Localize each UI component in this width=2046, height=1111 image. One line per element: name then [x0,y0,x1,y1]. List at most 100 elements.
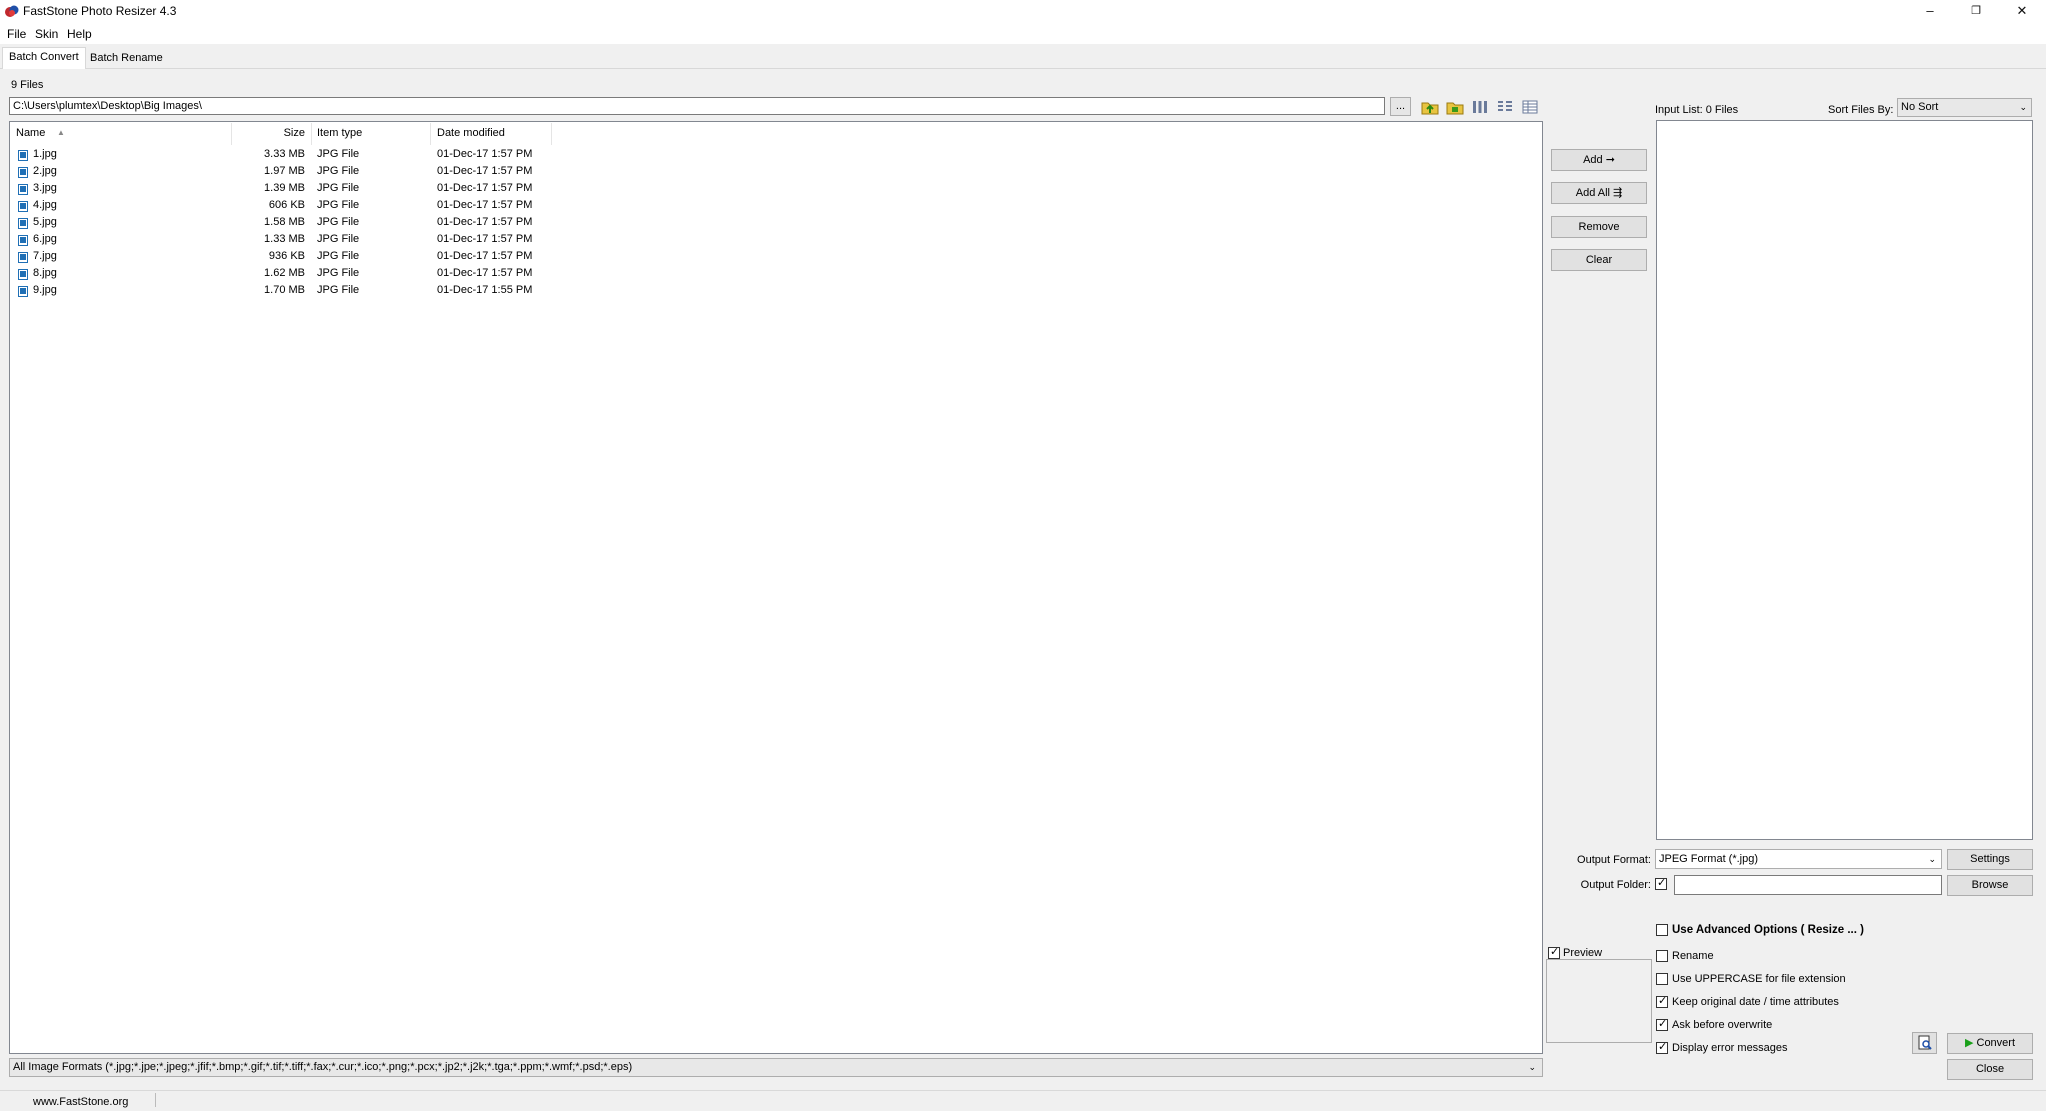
file-type: JPG File [317,250,360,262]
preview-area [1546,959,1652,1043]
file-row[interactable]: 1.jpg 3.33 MB JPG File 01-Dec-17 1:57 PM [12,147,552,164]
folder-up-icon[interactable] [1420,97,1440,117]
file-size: 1.33 MB [264,233,305,245]
input-list-label: Input List: 0 Files [1655,104,1739,116]
option-checkbox[interactable]: ✓ [1656,1018,1668,1031]
file-name: 1.jpg [33,148,57,160]
column-separator [430,123,431,145]
output-format-value: JPEG Format (*.jpg) [1659,853,1759,865]
file-row[interactable]: 7.jpg 936 KB JPG File 01-Dec-17 1:57 PM [12,249,552,266]
close-window-button[interactable]: ✕ [1999,0,2045,22]
file-type: JPG File [317,267,360,279]
tab-batch-rename[interactable]: Batch Rename [84,49,169,68]
option-checkbox[interactable] [1656,973,1668,985]
file-date: 01-Dec-17 1:57 PM [437,148,533,160]
image-file-icon [18,269,28,280]
browse-folder-button[interactable]: ... [1390,97,1411,116]
file-type: JPG File [317,233,360,245]
file-type: JPG File [317,148,360,160]
remove-button[interactable]: Remove [1551,216,1647,238]
details-view-icon[interactable] [1520,97,1540,117]
checkmark-icon: ✓ [1550,946,1560,958]
status-bar [0,1090,2046,1111]
option-label: Rename [1672,950,1714,962]
file-date: 01-Dec-17 1:57 PM [437,182,533,194]
folder-path-input[interactable] [9,97,1385,115]
double-arrow-right-icon: ⇶ [1613,187,1623,199]
close-button[interactable]: Close [1947,1059,2033,1080]
preview-checkbox[interactable]: ✓ [1548,946,1560,959]
file-row[interactable]: 6.jpg 1.33 MB JPG File 01-Dec-17 1:57 PM [12,232,552,249]
file-size: 1.58 MB [264,216,305,228]
column-separator [231,123,232,145]
file-size: 1.70 MB [264,284,305,296]
option-checkbox[interactable] [1656,924,1668,936]
add-button[interactable]: Add ➞ [1551,149,1647,171]
file-size: 936 KB [268,250,305,262]
preview-button[interactable] [1912,1032,1937,1054]
option-checkbox[interactable]: ✓ [1656,995,1668,1008]
magnifier-icon [1918,1035,1932,1050]
column-separator [551,123,552,145]
convert-button-label: Convert [1976,1037,2016,1049]
preview-label: Preview [1563,947,1603,959]
checkmark-icon: ✓ [1658,1041,1668,1053]
file-row[interactable]: 3.jpg 1.39 MB JPG File 01-Dec-17 1:57 PM [12,181,552,198]
status-website-link[interactable]: www.FastStone.org [33,1096,128,1108]
title-bar [0,0,2046,22]
menu-skin[interactable]: Skin [35,27,58,41]
file-type: JPG File [317,284,360,296]
column-header-size[interactable]: Size [240,127,305,143]
new-folder-icon[interactable] [1445,97,1465,117]
input-file-list[interactable] [1656,120,2033,840]
file-row[interactable]: 9.jpg 1.70 MB JPG File 01-Dec-17 1:55 PM [12,283,552,300]
output-format-select[interactable]: JPEG Format (*.jpg) ⌄ [1655,849,1942,869]
menu-help[interactable]: Help [67,27,92,41]
add-all-button[interactable]: Add All ⇶ [1551,182,1647,204]
settings-button[interactable]: Settings [1947,849,2033,870]
file-row[interactable]: 4.jpg 606 KB JPG File 01-Dec-17 1:57 PM [12,198,552,215]
file-name: 8.jpg [33,267,57,279]
option-checkbox[interactable] [1656,950,1668,962]
file-name: 5.jpg [33,216,57,228]
browse-button[interactable]: Browse [1947,875,2033,896]
option-label: Display error messages [1672,1042,1788,1054]
file-row[interactable]: 5.jpg 1.58 MB JPG File 01-Dec-17 1:57 PM [12,215,552,232]
file-type: JPG File [317,216,360,228]
image-file-icon [18,235,28,246]
file-name: 3.jpg [33,182,57,194]
menu-file[interactable]: File [7,27,26,41]
column-header-type[interactable]: Item type [317,127,362,143]
image-file-icon [18,201,28,212]
image-file-icon [18,167,28,178]
output-folder-input[interactable] [1674,875,1942,895]
minimize-button[interactable]: – [1907,0,1953,22]
file-name: 6.jpg [33,233,57,245]
sort-files-select[interactable]: No Sort ⌄ [1897,98,2032,117]
option-checkbox[interactable]: ✓ [1656,1041,1668,1054]
output-folder-checkbox[interactable]: ✓ [1655,877,1667,890]
file-row[interactable]: 2.jpg 1.97 MB JPG File 01-Dec-17 1:57 PM [12,164,552,181]
restore-button[interactable]: ❐ [1953,0,1999,22]
thumbnails-view-icon[interactable] [1470,97,1490,117]
column-header-date[interactable]: Date modified [437,127,505,143]
file-date: 01-Dec-17 1:57 PM [437,199,533,211]
file-date: 01-Dec-17 1:57 PM [437,267,533,279]
column-header-name[interactable]: Name [16,127,45,143]
file-name: 7.jpg [33,250,57,262]
convert-button[interactable]: ▶ Convert [1947,1033,2033,1054]
file-type-filter-select[interactable]: All Image Formats (*.jpg;*.jpe;*.jpeg;*.… [9,1058,1543,1077]
file-type-filter-value: All Image Formats (*.jpg;*.jpe;*.jpeg;*.… [13,1061,633,1073]
column-separator [311,123,312,145]
list-view-icon[interactable] [1495,97,1515,117]
file-size: 1.62 MB [264,267,305,279]
app-logo-icon [5,5,19,17]
tab-batch-convert[interactable]: Batch Convert [2,47,86,69]
clear-button[interactable]: Clear [1551,249,1647,271]
add-button-label: Add [1583,154,1603,166]
files-count-label: 9 Files [11,79,44,91]
sort-ascending-icon: ▲ [57,128,65,137]
file-row[interactable]: 8.jpg 1.62 MB JPG File 01-Dec-17 1:57 PM [12,266,552,283]
add-all-button-label: Add All [1575,187,1610,199]
output-folder-label: Output Folder: [1580,879,1651,891]
